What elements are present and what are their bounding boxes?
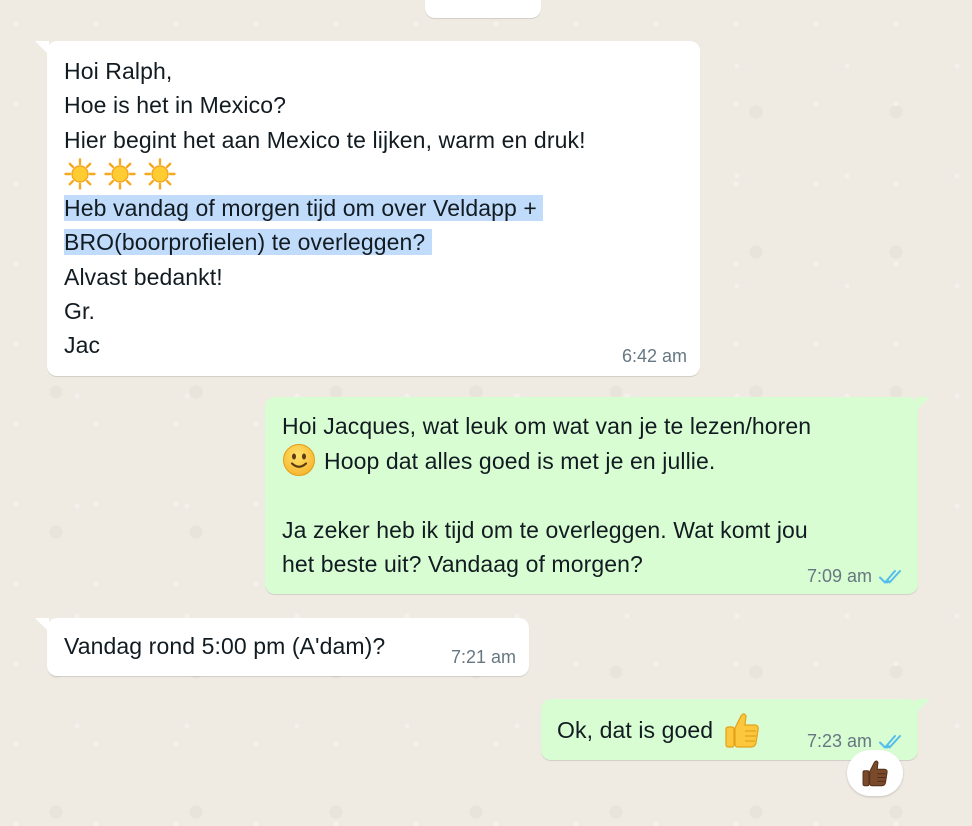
outgoing-message-bubble[interactable]: Hoi Jacques, wat leuk om wat van je te l… [265, 397, 930, 594]
message-line: Hier begint het aan Mexico te lijken, wa… [64, 126, 586, 153]
thumbs-up-icon [725, 713, 759, 748]
selected-text[interactable]: Heb vandag of morgen tijd om over Veldap… [64, 195, 544, 222]
message-line: Hoop dat alles goed is met je en jullie. [282, 443, 902, 478]
bubble-tail [35, 618, 49, 632]
incoming-message-bubble[interactable]: Hoi Ralph, Hoe is het in Mexico? Hier be… [35, 41, 700, 376]
message-line: Hoe is het in Mexico? [64, 92, 286, 119]
sun-icon [144, 158, 176, 190]
highlighted-line: BRO(boorprofielen) te overleggen? [64, 225, 586, 259]
message-line: Alvast bedankt! [64, 263, 223, 290]
message-time: 7:23 am [806, 731, 872, 751]
message-line: Ja zeker heb ik tijd om te overleggen. W… [282, 516, 808, 543]
smile-icon [283, 444, 315, 477]
read-ticks-icon [879, 569, 901, 583]
message-reaction[interactable] [847, 750, 903, 796]
message-body: Hoi Jacques, wat leuk om wat van je te l… [282, 409, 902, 581]
selected-text[interactable]: BRO(boorprofielen) te overleggen? [64, 229, 432, 256]
message-time: 7:21 am [450, 647, 516, 667]
bubble-tail [916, 397, 930, 411]
message-meta: 6:42 am [622, 346, 687, 367]
message-text: Hoop dat alles goed is met je en jullie. [324, 448, 716, 475]
message-body: Ok, dat is goed [557, 710, 761, 750]
message-meta: 7:23 am [807, 731, 906, 752]
previous-message-bubble[interactable] [425, 0, 541, 18]
message-body: Hoi Ralph, Hoe is het in Mexico? Hier be… [64, 54, 586, 363]
read-ticks-icon [879, 734, 901, 748]
highlighted-line: Heb vandag of morgen tijd om over Veldap… [64, 191, 586, 225]
message-meta: 7:21 am [451, 647, 516, 668]
message-text: Ok, dat is goed [557, 716, 714, 743]
message-time: 6:42 am [621, 346, 687, 366]
bubble-tail [916, 699, 930, 713]
message-meta: 7:09 am [807, 566, 906, 587]
message-line: Hoi Jacques, wat leuk om wat van je te l… [282, 413, 812, 439]
message-time: 7:09 am [806, 566, 872, 586]
message-line: Jac [64, 332, 101, 359]
sun-icon [104, 158, 136, 190]
sun-icon [64, 158, 96, 190]
message-text: Vandag rond 5:00 pm (A'dam)? [64, 633, 386, 659]
incoming-message-bubble[interactable]: Vandag rond 5:00 pm (A'dam)? 7:21 am [35, 618, 529, 676]
message-line: Gr. [64, 298, 95, 325]
message-body: Vandag rond 5:00 pm (A'dam)? [64, 629, 385, 663]
message-line: Hoi Ralph, [64, 58, 173, 84]
bubble-tail [35, 41, 49, 55]
emoji-line [64, 157, 586, 191]
thumbs-up-dark-icon [862, 760, 888, 787]
